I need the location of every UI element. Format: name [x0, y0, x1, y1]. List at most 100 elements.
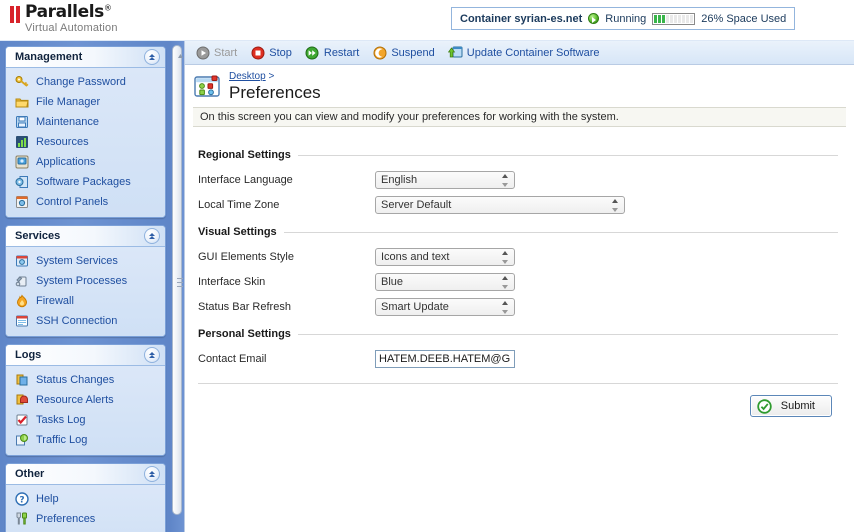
- submit-button[interactable]: Submit: [749, 395, 832, 417]
- sidebar-item-applications[interactable]: Applications: [6, 152, 165, 172]
- traffic-icon: [14, 432, 30, 448]
- sidebar-item-firewall[interactable]: Firewall: [6, 291, 165, 311]
- sidebar-section-header: Management: [6, 47, 165, 68]
- local-time-zone-value: Server Default: [381, 199, 452, 211]
- field-row-contact-email: Contact Email: [198, 347, 854, 371]
- sidebar-item-tasks-log[interactable]: Tasks Log: [6, 410, 165, 430]
- action-toolbar: Start Stop Restart Suspend Update Contai…: [185, 41, 854, 65]
- sidebar-item-label: SSH Connection: [36, 315, 118, 327]
- sidebar-item-label: Applications: [36, 156, 96, 168]
- stop-button[interactable]: Stop: [246, 43, 298, 62]
- preferences-form: Regional Settings Interface Language Eng…: [185, 127, 854, 371]
- gui-elements-style-select[interactable]: Icons and text: [375, 248, 515, 266]
- sidebar-section-body: System Services System Processes Firewal…: [6, 247, 165, 336]
- space-used-label: 26% Space Used: [701, 12, 787, 25]
- section-rule: [297, 154, 838, 156]
- flame-icon: [14, 293, 30, 309]
- breadcrumb-desktop-link[interactable]: Desktop: [229, 71, 266, 82]
- terminal-icon: [14, 313, 30, 329]
- sidebar-section-header: Services: [6, 226, 165, 247]
- contact-email-input[interactable]: [375, 350, 515, 368]
- spinner-arrows-icon[interactable]: [501, 276, 509, 289]
- sidebar-item-traffic-log[interactable]: Traffic Log: [6, 430, 165, 450]
- sidebar-splitter[interactable]: [170, 41, 184, 532]
- section-header-visual-settings: Visual Settings: [198, 226, 838, 238]
- services-icon: [14, 253, 30, 269]
- sidebar-item-control-panels[interactable]: Control Panels: [6, 192, 165, 212]
- status-log-icon: [14, 372, 30, 388]
- sidebar-section-logs: Logs Status Changes Resource Alerts Task…: [5, 344, 166, 456]
- sidebar-item-change-password[interactable]: Change Password: [6, 72, 165, 92]
- field-label: Contact Email: [198, 353, 267, 365]
- spinner-arrows-icon[interactable]: [501, 301, 509, 314]
- sidebar-item-preferences[interactable]: Preferences: [6, 509, 165, 529]
- sidebar-item-label: Traffic Log: [36, 434, 88, 446]
- sidebar-item-status-changes[interactable]: Status Changes: [6, 370, 165, 390]
- spinner-arrows-icon[interactable]: [501, 251, 509, 264]
- sidebar: Management Change Password File Manager: [0, 41, 170, 532]
- restart-icon: [305, 45, 320, 60]
- disk-icon: [14, 114, 30, 130]
- section-header-regional-settings: Regional Settings: [198, 149, 838, 161]
- chevron-double-up-icon[interactable]: [144, 49, 160, 65]
- interface-skin-select[interactable]: Blue: [375, 273, 515, 291]
- sidebar-item-resource-alerts[interactable]: Resource Alerts: [6, 390, 165, 410]
- sidebar-item-file-manager[interactable]: File Manager: [6, 92, 165, 112]
- field-label: Interface Skin: [198, 276, 266, 288]
- sidebar-section-services: Services System Services System Processe: [5, 225, 166, 337]
- sidebar-item-label: Maintenance: [36, 116, 99, 128]
- interface-language-select[interactable]: English: [375, 171, 515, 189]
- svg-text:?: ?: [19, 495, 24, 505]
- restart-button-label: Restart: [323, 46, 360, 59]
- gui-elements-style-value: Icons and text: [381, 251, 450, 263]
- restart-button[interactable]: Restart: [301, 43, 365, 62]
- page-title: Preferences: [229, 83, 321, 102]
- logo-bars-icon: [10, 6, 20, 23]
- spinner-arrows-icon[interactable]: [611, 199, 619, 212]
- play-icon: [195, 45, 210, 60]
- sidebar-item-resources[interactable]: Resources: [6, 132, 165, 152]
- start-button[interactable]: Start: [191, 43, 243, 62]
- section-title: Visual Settings: [198, 226, 277, 238]
- parallels-logo: Parallels® Virtual Automation: [10, 4, 118, 34]
- suspend-button-label: Suspend: [391, 46, 435, 59]
- processes-icon: [14, 273, 30, 289]
- field-label: Status Bar Refresh: [198, 301, 291, 313]
- start-button-label: Start: [214, 46, 238, 59]
- field-label: GUI Elements Style: [198, 251, 294, 263]
- update-container-software-button[interactable]: Update Container Software: [444, 43, 606, 62]
- splitter-grip-handle[interactable]: [177, 278, 183, 287]
- alert-icon: [14, 392, 30, 408]
- tasks-icon: [14, 412, 30, 428]
- sidebar-item-system-services[interactable]: System Services: [6, 251, 165, 271]
- chevron-double-up-icon[interactable]: [144, 347, 160, 363]
- info-bar-text: On this screen you can view and modify y…: [200, 111, 619, 123]
- sidebar-item-help[interactable]: ? Help: [6, 489, 165, 509]
- sidebar-item-label: Change Password: [36, 76, 126, 88]
- sidebar-item-maintenance[interactable]: Maintenance: [6, 112, 165, 132]
- chevron-double-up-icon[interactable]: [144, 228, 160, 244]
- check-circle-icon: [757, 398, 772, 414]
- bar-chart-icon: [14, 134, 30, 150]
- sidebar-item-label: System Processes: [36, 275, 128, 287]
- chevron-double-up-icon[interactable]: [144, 466, 160, 482]
- sidebar-section-body: Status Changes Resource Alerts Tasks Log: [6, 366, 165, 455]
- sidebar-item-software-packages[interactable]: Software Packages: [6, 172, 165, 192]
- local-time-zone-select[interactable]: Server Default: [375, 196, 625, 214]
- suspend-button[interactable]: Suspend: [368, 43, 440, 62]
- chevron-up-icon[interactable]: [176, 52, 184, 60]
- container-status-box: Container syrian-es.net Running 26% Spac…: [451, 7, 796, 30]
- help-icon: ?: [14, 491, 30, 507]
- brand-name: Parallels®: [25, 2, 112, 22]
- sidebar-item-ssh-connection[interactable]: SSH Connection: [6, 311, 165, 331]
- space-used-meter: [652, 12, 696, 25]
- sidebar-item-system-processes[interactable]: System Processes: [6, 271, 165, 291]
- preferences-icon: [14, 511, 30, 527]
- sidebar-section-title: Logs: [15, 349, 42, 361]
- splitter-track[interactable]: [172, 45, 184, 515]
- stop-icon: [250, 45, 265, 60]
- sidebar-section-title: Services: [15, 230, 61, 242]
- status-bar-refresh-select[interactable]: Smart Update: [375, 298, 515, 316]
- moon-icon: [372, 45, 387, 60]
- spinner-arrows-icon[interactable]: [501, 174, 509, 187]
